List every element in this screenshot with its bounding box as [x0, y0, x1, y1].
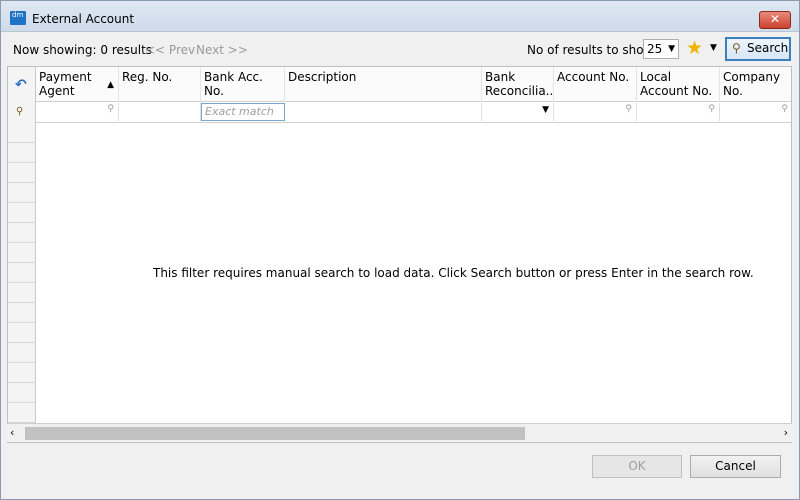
column-header-row: Payment Agent ▲ Reg. No. Bank Acc. No. D… [36, 67, 791, 102]
prev-page-link[interactable]: << Prev [145, 43, 195, 57]
column-header-payment-agent[interactable]: Payment Agent ▲ [36, 67, 119, 102]
chevron-down-icon: ▼ [542, 105, 549, 115]
search-icon: ⚲ [625, 104, 632, 114]
chevron-down-icon: ▼ [668, 44, 675, 54]
filter-company-no[interactable]: ⚲ [720, 103, 791, 121]
scrollbar-thumb[interactable] [25, 427, 525, 440]
scroll-right-icon[interactable]: › [784, 426, 788, 439]
search-icon: ⚲ [708, 104, 715, 114]
filter-search-icon[interactable]: ⚲ [16, 106, 23, 117]
filter-bank-acc-no[interactable]: Exact match [201, 103, 285, 121]
ok-button[interactable]: OK [592, 455, 682, 478]
column-label: Payment Agent [39, 70, 92, 98]
column-header-bank-acc-no[interactable]: Bank Acc. No. [201, 67, 285, 102]
results-to-show-label: No of results to show: [527, 43, 657, 57]
favorites-dropdown-icon[interactable]: ▼ [710, 43, 717, 53]
search-icon: ⚲ [107, 104, 114, 114]
column-header-description[interactable]: Description [285, 67, 482, 102]
toolbar: Now showing: 0 results << Prev Next >> N… [2, 33, 799, 65]
column-label: Description [288, 70, 357, 84]
search-icon: ⚲ [732, 41, 741, 55]
results-to-show-select[interactable]: 25 ▼ [643, 39, 679, 59]
title-bar: dm External Account ✕ [1, 1, 799, 32]
window-title: External Account [32, 12, 135, 26]
column-label: Account No. [557, 70, 630, 84]
filter-payment-agent[interactable]: ⚲ [36, 103, 119, 121]
filter-account-no[interactable]: ⚲ [554, 103, 637, 121]
column-label: Local Account No. [640, 70, 713, 98]
column-header-bank-reconciliation[interactable]: Bank Reconcilia... [482, 67, 554, 102]
column-header-account-no[interactable]: Account No. [554, 67, 637, 102]
empty-state-message: This filter requires manual search to lo… [153, 266, 754, 280]
filter-row: ⚲ Exact match ▼ ⚲ ⚲ ⚲ [36, 102, 791, 123]
sort-ascending-icon: ▲ [107, 80, 114, 90]
column-label: Bank Reconcilia... [485, 70, 554, 98]
close-button[interactable]: ✕ [759, 11, 791, 29]
column-label: Bank Acc. No. [204, 70, 263, 98]
results-grid: ↶ ⚲ Payment Agent ▲ Reg. No. Bank Acc. N… [7, 66, 792, 443]
row-headers [8, 123, 36, 442]
app-icon: dm [10, 11, 26, 25]
filter-local-account-no[interactable]: ⚲ [637, 103, 720, 121]
filter-reg-no[interactable] [119, 103, 201, 121]
column-label: Company No. [723, 70, 781, 98]
column-header-reg-no[interactable]: Reg. No. [119, 67, 201, 102]
search-button-label: Search [747, 41, 789, 55]
row-header-column: ↶ ⚲ [8, 67, 36, 442]
filter-bank-reconciliation[interactable]: ▼ [482, 103, 554, 121]
horizontal-scrollbar[interactable]: ‹ › [7, 423, 792, 442]
results-to-show-value: 25 [647, 42, 663, 56]
results-count-text: Now showing: 0 results [13, 43, 153, 57]
filter-description[interactable] [285, 103, 482, 121]
search-button[interactable]: ⚲ Search [725, 37, 791, 61]
cancel-button[interactable]: Cancel [690, 455, 781, 478]
next-page-link[interactable]: Next >> [196, 43, 248, 57]
favorite-star-icon[interactable]: ★ [686, 37, 703, 59]
column-header-company-no[interactable]: Company No. [720, 67, 791, 102]
column-label: Reg. No. [122, 70, 173, 84]
scroll-left-icon[interactable]: ‹ [10, 426, 14, 439]
search-icon: ⚲ [781, 104, 788, 114]
column-header-local-account-no[interactable]: Local Account No. [637, 67, 720, 102]
refresh-icon[interactable]: ↶ [15, 77, 27, 93]
